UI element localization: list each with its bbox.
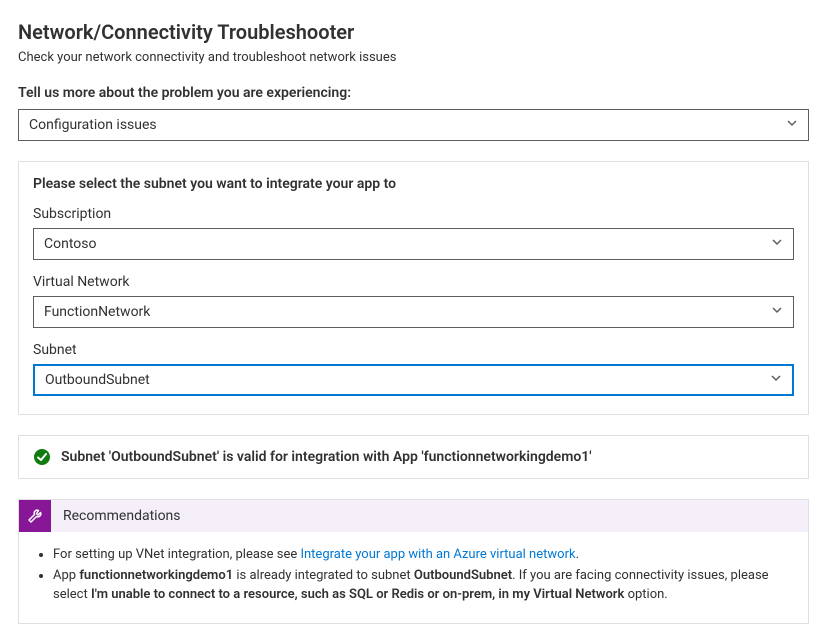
vnet-label: Virtual Network	[33, 274, 794, 290]
rec1-prefix: For setting up VNet integration, please …	[53, 547, 300, 562]
recommendations-header: Recommendations	[19, 500, 808, 532]
chevron-down-icon	[770, 372, 782, 388]
success-icon	[33, 448, 51, 466]
subscription-dropdown-value: Contoso	[44, 236, 96, 252]
vnet-integration-link[interactable]: Integrate your app with an Azure virtual…	[300, 547, 575, 562]
rec2-subnet: OutboundSubnet	[414, 568, 512, 583]
subnet-label: Subnet	[33, 342, 794, 358]
rec2-p2: is already integrated to subnet	[233, 568, 414, 583]
recommendations-body: For setting up VNet integration, please …	[19, 532, 808, 623]
rec2-p1: App	[53, 568, 79, 583]
chevron-down-icon	[786, 117, 798, 133]
validation-status-text: Subnet 'OutboundSubnet' is valid for int…	[61, 449, 592, 465]
rec2-app: functionnetworkingdemo1	[79, 568, 233, 583]
page-subtitle: Check your network connectivity and trou…	[18, 50, 809, 65]
validation-status-box: Subnet 'OutboundSubnet' is valid for int…	[18, 435, 809, 479]
problem-dropdown[interactable]: Configuration issues	[18, 109, 809, 141]
recommendations-panel: Recommendations For setting up VNet inte…	[18, 499, 809, 624]
subnet-dropdown-value: OutboundSubnet	[45, 372, 150, 388]
recommendation-item-2: App functionnetworkingdemo1 is already i…	[53, 567, 792, 605]
subnet-dropdown[interactable]: OutboundSubnet	[33, 364, 794, 396]
problem-dropdown-value: Configuration issues	[29, 117, 157, 133]
rec1-suffix: .	[576, 547, 579, 562]
recommendation-item-1: For setting up VNet integration, please …	[53, 546, 792, 565]
subscription-dropdown[interactable]: Contoso	[33, 228, 794, 260]
recommendations-title: Recommendations	[51, 500, 193, 532]
subscription-label: Subscription	[33, 206, 794, 222]
wrench-icon	[19, 500, 51, 532]
vnet-dropdown[interactable]: FunctionNetwork	[33, 296, 794, 328]
vnet-dropdown-value: FunctionNetwork	[44, 304, 150, 320]
page-title: Network/Connectivity Troubleshooter	[18, 20, 809, 44]
problem-label: Tell us more about the problem you are e…	[18, 85, 809, 101]
chevron-down-icon	[771, 236, 783, 252]
subnet-selection-panel: Please select the subnet you want to int…	[18, 161, 809, 415]
chevron-down-icon	[771, 304, 783, 320]
subnet-panel-heading: Please select the subnet you want to int…	[33, 176, 794, 192]
